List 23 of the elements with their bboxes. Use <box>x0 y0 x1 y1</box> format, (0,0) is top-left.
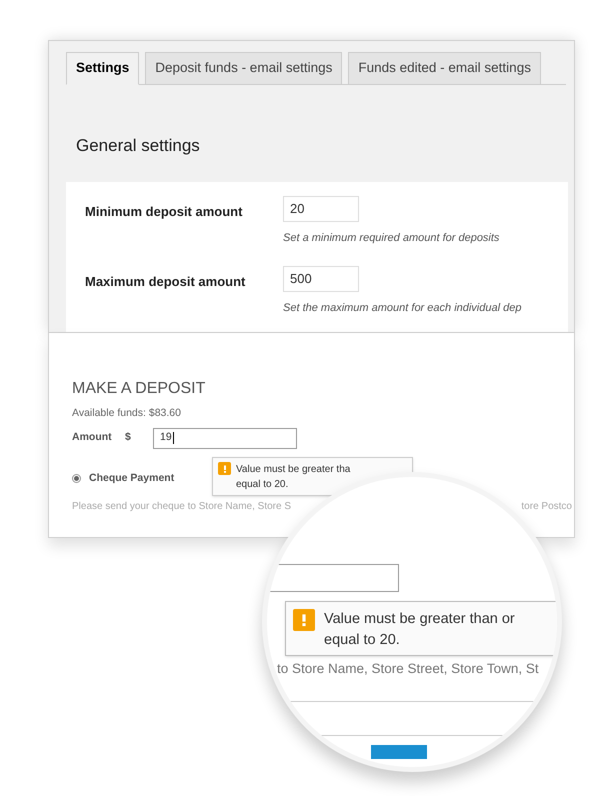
form-title: MAKE A DEPOSIT <box>72 381 206 397</box>
section-heading: General settings <box>76 135 201 157</box>
field-hint: Set the maximum amount for each individual dep <box>283 301 522 316</box>
tab[interactable]: Funds edited - email settings <box>348 52 541 85</box>
cheque-note: to Store Name, Store Street, Store Town, St <box>277 660 539 678</box>
available-funds: Available funds: $83.60 <box>72 406 182 421</box>
tooltip-text: equal to 20. <box>324 631 401 650</box>
cheque-note: Please send your cheque to Store Name, Store S <box>72 500 292 514</box>
tooltip-text: equal to 20. <box>236 478 290 492</box>
field-label: Minimum deposit amount <box>84 202 244 221</box>
tab[interactable]: Settings <box>66 52 140 85</box>
field-label: Maximum deposit amount <box>84 273 246 291</box>
amount-input[interactable]: 20 <box>283 196 359 222</box>
currency-symbol: $ <box>125 430 132 446</box>
tab[interactable]: Deposit funds - email settings <box>145 52 342 85</box>
amount-input[interactable]: 19 <box>153 428 297 449</box>
cheque-note: tore Postco <box>521 500 572 514</box>
amount-input[interactable]: 500 <box>283 266 359 292</box>
tooltip-text: Value must be greater than or <box>324 610 515 629</box>
payment-method-label: Cheque Payment <box>89 470 174 486</box>
tooltip-text: Value must be greater tha <box>236 463 350 477</box>
field-hint: Set a minimum required amount for deposits <box>283 230 500 246</box>
amount-label: Amount <box>72 430 113 446</box>
